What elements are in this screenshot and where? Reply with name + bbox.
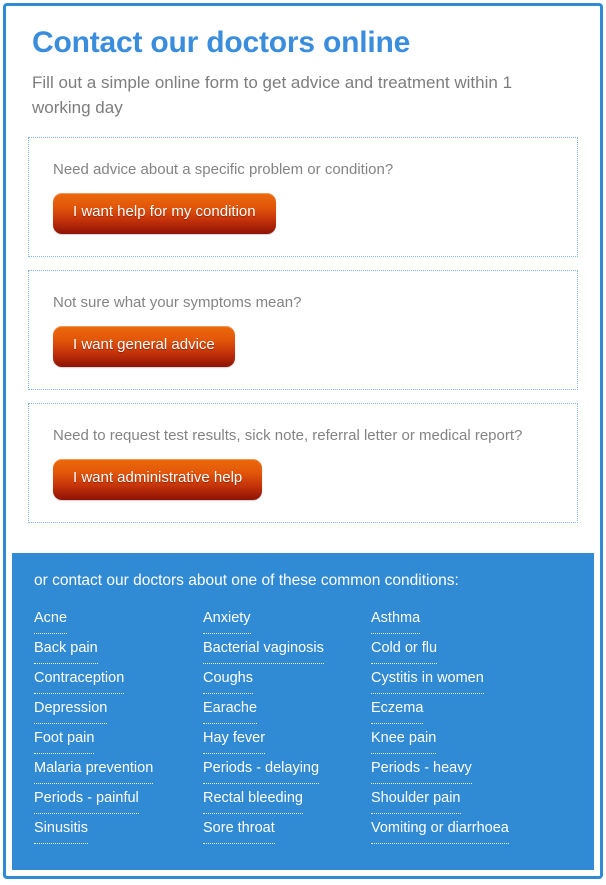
- condition-link[interactable]: Cold or flu: [371, 634, 438, 664]
- option-prompt-condition: Need advice about a specific problem or …: [53, 160, 394, 178]
- condition-link[interactable]: Coughs: [203, 664, 253, 694]
- condition-link[interactable]: Earache: [203, 694, 258, 724]
- condition-link[interactable]: Contraception: [34, 664, 125, 694]
- option-prompt-general-advice: Not sure what your symptoms mean?: [53, 293, 302, 311]
- option-card-administrative: Need to request test results, sick note,…: [28, 402, 578, 523]
- widget-frame: Contact our doctors online Fill out a si…: [3, 3, 603, 879]
- page-title: Contact our doctors online: [32, 26, 411, 59]
- condition-link[interactable]: Sinusitis: [34, 814, 88, 844]
- condition-link[interactable]: Acne: [34, 604, 68, 634]
- header-section: Contact our doctors online Fill out a si…: [6, 6, 600, 121]
- administrative-help-button[interactable]: I want administrative help: [53, 459, 263, 500]
- condition-link[interactable]: Knee pain: [371, 724, 437, 754]
- condition-link[interactable]: Rectal bleeding: [203, 784, 303, 814]
- conditions-heading: or contact our doctors about one of thes…: [34, 571, 459, 589]
- condition-link[interactable]: Shoulder pain: [371, 784, 461, 814]
- common-conditions-panel: or contact our doctors about one of thes…: [12, 552, 594, 870]
- condition-link[interactable]: Foot pain: [34, 724, 95, 754]
- general-advice-button[interactable]: I want general advice: [53, 326, 235, 367]
- condition-link[interactable]: Vomiting or diarrhoea: [371, 814, 509, 844]
- condition-link[interactable]: Cystitis in women: [371, 664, 484, 694]
- option-prompt-administrative: Need to request test results, sick note,…: [53, 426, 523, 444]
- condition-link[interactable]: Periods - heavy: [371, 754, 472, 784]
- condition-link[interactable]: Anxiety: [203, 604, 251, 634]
- condition-link[interactable]: Back pain: [34, 634, 98, 664]
- options-section: Need advice about a specific problem or …: [6, 121, 600, 523]
- condition-link[interactable]: Depression: [34, 694, 108, 724]
- condition-link[interactable]: Eczema: [371, 694, 424, 724]
- help-for-my-condition-button[interactable]: I want help for my condition: [53, 193, 276, 234]
- condition-link[interactable]: Sore throat: [203, 814, 275, 844]
- option-card-condition: Need advice about a specific problem or …: [28, 136, 578, 257]
- condition-link[interactable]: Periods - delaying: [203, 754, 320, 784]
- contact-doctors-widget: Contact our doctors online Fill out a si…: [0, 0, 606, 885]
- condition-link[interactable]: Periods - painful: [34, 784, 139, 814]
- condition-link[interactable]: Hay fever: [203, 724, 266, 754]
- condition-link[interactable]: Asthma: [371, 604, 421, 634]
- condition-link[interactable]: Malaria prevention: [34, 754, 154, 784]
- option-card-general-advice: Not sure what your symptoms mean? I want…: [28, 269, 578, 390]
- condition-link[interactable]: Bacterial vaginosis: [203, 634, 324, 664]
- conditions-grid: Acne Anxiety Asthma Back pain Bacterial vagi…: [34, 604, 572, 844]
- page-subtitle: Fill out a simple online form to get adv…: [32, 73, 513, 118]
